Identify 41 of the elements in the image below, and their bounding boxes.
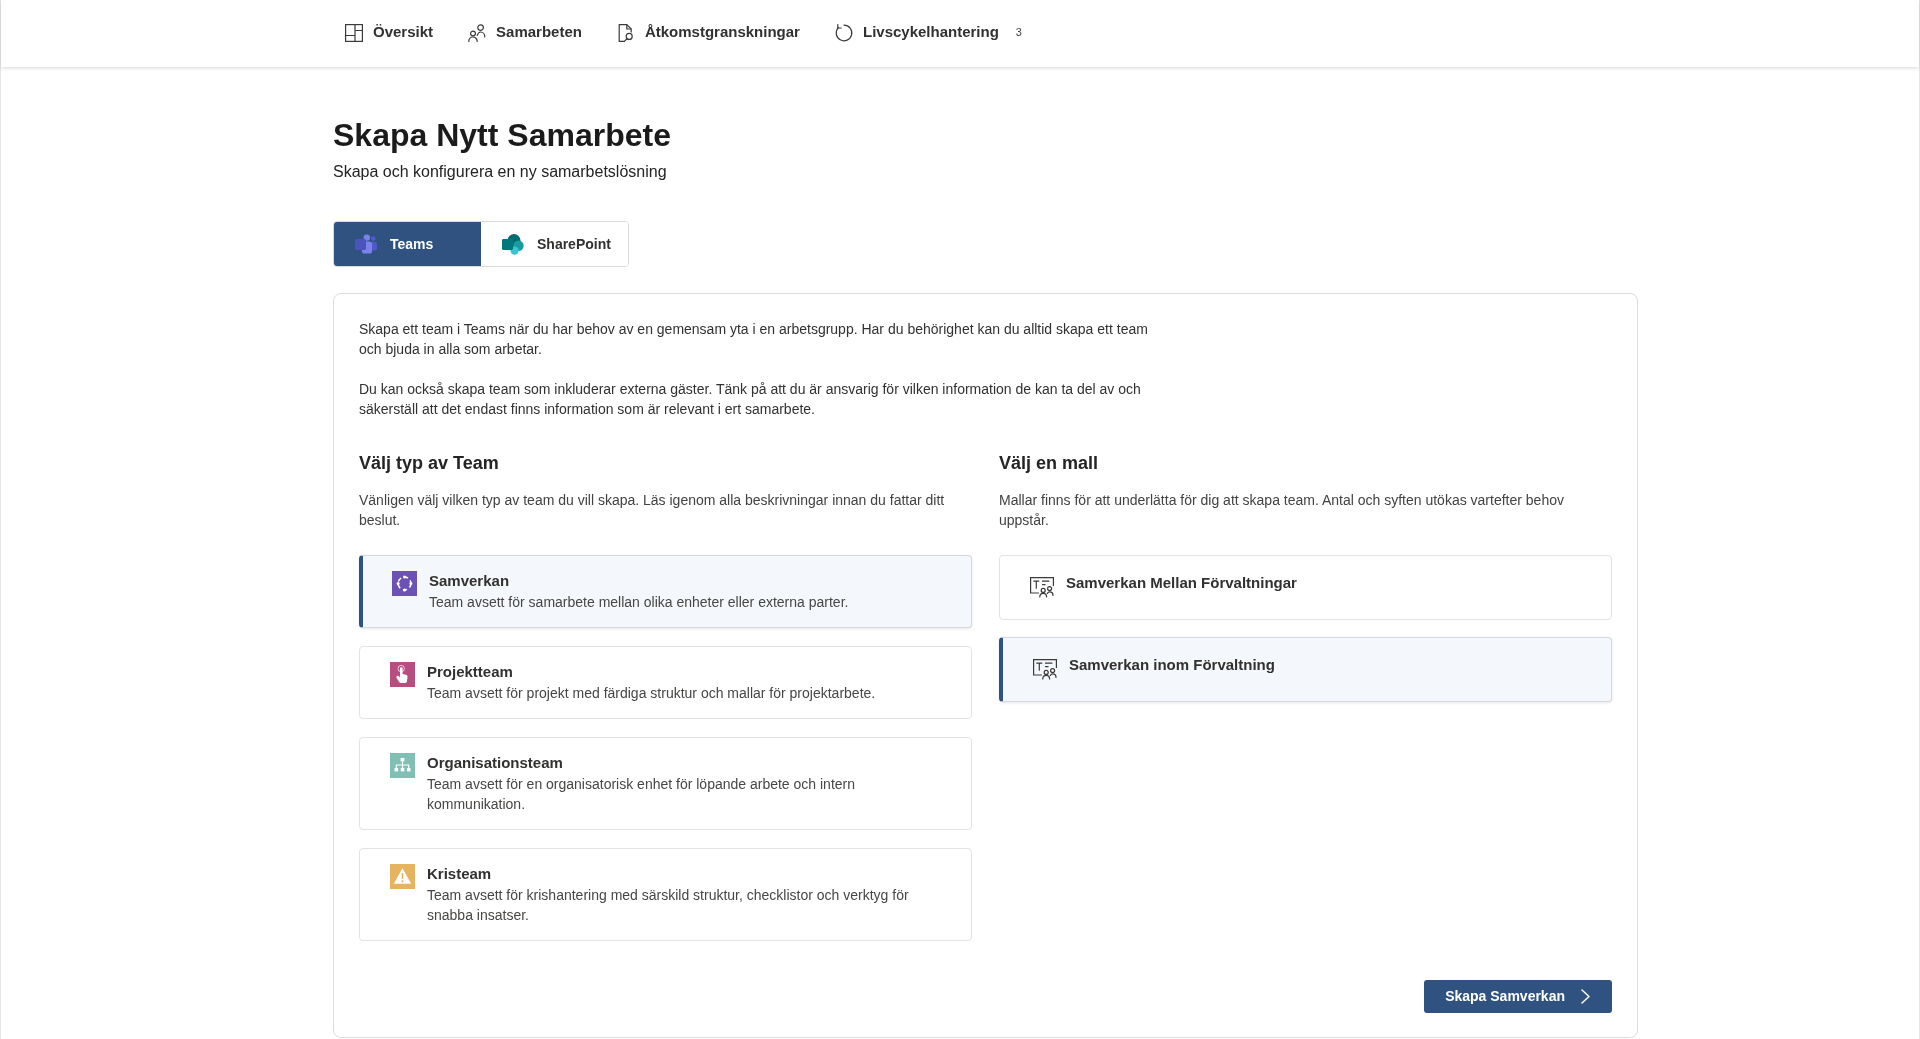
chevron-right-icon	[1581, 989, 1590, 1004]
section-heading: Välj en mall	[999, 452, 1099, 475]
option-description: Team avsett för krishantering med särskild struktur, checklistor och verktyg för snabba insatser.	[427, 886, 910, 925]
whiteboard-people-icon	[1029, 576, 1055, 598]
org-chart-icon	[390, 753, 415, 778]
nav-link[interactable]: Livscykelhantering 3	[833, 13, 1022, 54]
warning-icon	[390, 864, 415, 889]
page-title: Skapa Nytt Samarbete	[333, 116, 671, 155]
team-type-card[interactable]: Organisationsteam Team avsett för en organisatorisk enhet för löpande arbete och intern kommunikation.	[359, 737, 972, 830]
team-type-card[interactable]: Projektteam Team avsett för projekt med färdiga struktur och mallar för projektarbete.	[359, 646, 972, 719]
option-title: Projektteam	[427, 662, 513, 682]
nav-link[interactable]: Översikt	[344, 13, 434, 54]
template-card[interactable]: Samverkan inom Förvaltning	[999, 637, 1612, 702]
section-description: Mallar finns för att underlätta för dig att skapa team. Antal och syften utökas vartefter behov uppstår.	[999, 491, 1565, 530]
template-card[interactable]: Samverkan Mellan Förvaltningar	[999, 555, 1612, 620]
option-description: Team avsett för samarbete mellan olika enheter eller externa parter.	[429, 593, 849, 612]
intro-paragraph: Du kan också skapa team som inkluderar externa gäster. Tänk på att du är ansvarig för vilken information de kan ta del av och säkerställ att det endast finns information som är relevant i ert samarbete.	[359, 380, 1142, 419]
refresh-icon	[833, 22, 854, 43]
item-count: 3	[1015, 25, 1022, 41]
sharepoint-logo-icon	[502, 233, 524, 255]
nav-link[interactable]: Samarbeten	[467, 13, 582, 54]
team-type-card[interactable]: Samverkan Team avsett för samarbete mellan olika enheter eller externa parter.	[359, 555, 972, 628]
option-title: Samverkan	[429, 571, 510, 591]
page-subtitle: Skapa och konfigurera en ny samarbetslösning	[333, 162, 667, 182]
section-description: Vänligen välj vilken typ av team du vill skapa. Läs igenom alla beskrivningar innan du fattar ditt beslut.	[359, 491, 946, 530]
whiteboard-people-icon	[1032, 658, 1058, 680]
tab[interactable]: Teams	[334, 222, 481, 266]
team-type-card[interactable]: Kristeam Team avsett för krishantering med särskild struktur, checklistor och verktyg för snabba insatser.	[359, 848, 972, 941]
section-heading: Välj typ av Team	[359, 452, 499, 475]
option-title: Kristeam	[427, 864, 492, 884]
option-description: Team avsett för en organisatorisk enhet för löpande arbete och intern kommunikation.	[427, 775, 857, 814]
pointing-hand-icon	[390, 662, 415, 687]
people-icon	[467, 22, 488, 43]
option-title: Organisationsteam	[427, 753, 563, 773]
layout-grid-icon	[344, 22, 364, 43]
intro-paragraph: Skapa ett team i Teams när du har behov av en gemensam yta i en arbetsgrupp. Har du behörighet kan du alltid skapa ett team och bjuda in alla som arbetar.	[359, 320, 1149, 359]
option-description: Team avsett för projekt med färdiga struktur och mallar för projektarbete.	[427, 684, 876, 703]
circular-dots-icon	[392, 571, 417, 596]
nav-link[interactable]: Åtkomstgranskningar	[615, 13, 800, 54]
teams-logo-icon	[355, 234, 377, 254]
create-button[interactable]: Skapa Samverkan	[1424, 980, 1612, 1013]
